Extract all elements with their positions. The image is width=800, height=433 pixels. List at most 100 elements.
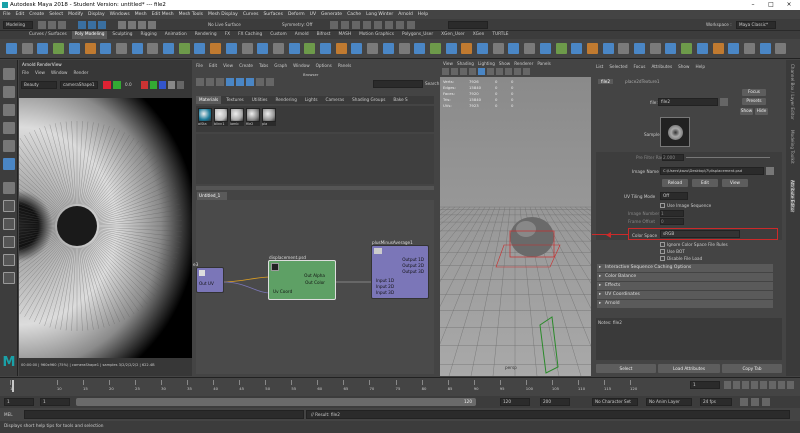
menu-surfaces[interactable]: Surfaces [263,12,283,17]
select-button[interactable]: Select [596,364,656,373]
shelf-tool-icon[interactable] [288,43,300,54]
layout-graph-icon[interactable] [3,272,15,284]
select-tool-icon[interactable] [3,68,15,80]
anim-layer-dropdown[interactable]: No Anim Layer [646,398,692,406]
lib-tab[interactable]: Bake S [390,96,410,104]
image-number-field[interactable]: 1 [660,210,684,217]
ae-section-header[interactable]: ▸ UV Coordinates [597,291,773,299]
time-slider[interactable]: 1101520253035404550556065707580859095100… [0,377,800,396]
ae-section-header[interactable]: ▸ Color Balance [597,273,773,281]
shelf-tool-icon[interactable] [618,43,630,54]
shelf-tool-icon[interactable] [320,43,331,54]
fps-dropdown[interactable]: 24 fps [700,398,732,406]
focus-button[interactable]: Focus [742,89,766,96]
menu-create[interactable]: Create [29,12,44,17]
menu-edit-mesh[interactable]: Edit Mesh [152,12,174,17]
splitter[interactable] [196,186,434,190]
vp-menu-item[interactable]: View [443,60,453,68]
shelf-tool-icon[interactable] [634,43,645,54]
vp-menu-item[interactable]: Lighting [478,60,495,68]
shelf-tool-icon[interactable] [445,43,457,54]
shelf-tab[interactable]: Bifrost [314,31,334,39]
end-time-field[interactable]: 200 [540,398,570,406]
use-bot-checkbox[interactable] [660,249,665,254]
close-icon[interactable]: × [782,0,796,10]
frame-offset-field[interactable]: 0 [660,218,684,225]
current-frame-field[interactable]: 1 [690,381,720,389]
lib-tab[interactable]: Utilities [249,96,271,104]
hs-menu-item[interactable]: Graph [274,63,287,68]
shelf-tool-icon[interactable] [649,43,661,54]
rotate-tool-icon[interactable] [3,140,15,152]
hypershade-search-input[interactable] [373,80,423,88]
renderable-camera-field[interactable] [448,21,488,29]
shelf-tool-icon[interactable] [382,43,394,54]
use-image-sequence-checkbox[interactable] [660,203,665,208]
menu-mesh-display[interactable]: Mesh Display [208,12,238,17]
menuset-dropdown[interactable]: Modeling [3,21,33,29]
side-tab-channelbox[interactable]: Channel Box / Layer Editor [790,64,795,120]
step-forward-icon[interactable] [778,381,785,389]
shelf-tool-icon[interactable] [775,43,787,54]
menu-file[interactable]: File [3,12,11,17]
key-forward-icon[interactable] [769,381,776,389]
menu-long-winter[interactable]: Long Winter [366,12,393,17]
image-name-field[interactable]: C:\Users\kazu\Desktop\7\displacement.psd [660,167,764,175]
shelf-tool-icon[interactable] [728,43,740,54]
menu-edit[interactable]: Edit [16,12,25,17]
shelf-tool-icon[interactable] [257,43,269,54]
perspective-viewport[interactable]: View Shading Lighting Show Renderer Panels Ve… [440,60,591,376]
shelf-tab[interactable]: Animation [162,31,190,39]
shelf-tool-icon[interactable] [508,43,520,54]
vp-menu-item[interactable]: Renderer [514,60,533,68]
ae-section-header[interactable]: ▸ Arnold [597,300,773,308]
goto-input-icon[interactable] [720,98,728,106]
node-place2d[interactable]: e3 Out UV [193,262,224,293]
file-name-field[interactable]: file2 [658,98,718,106]
menu-mesh-tools[interactable]: Mesh Tools [179,12,203,17]
shelf-tab[interactable]: Polygons_User [399,31,436,39]
menu-mesh[interactable]: Mesh [135,12,147,17]
shelf-tool-icon[interactable] [696,43,708,54]
go-end-icon[interactable] [787,381,794,389]
rv-menu-render[interactable]: Render [73,70,88,75]
shelf-tab[interactable]: TURTLE [489,31,511,39]
shelf-tab[interactable]: Custom [267,31,289,39]
lib-tab[interactable]: Lights [302,96,321,104]
hs-menu-item[interactable]: File [196,63,203,68]
green-channel-icon[interactable] [150,81,157,89]
shelf-tab[interactable]: MASH [335,31,354,39]
shelf-tab[interactable]: Motion Graphics [356,31,397,39]
move-tool-icon[interactable] [3,122,15,134]
shelf-tool-icon[interactable] [367,43,379,54]
rv-menu-file[interactable]: File [22,70,29,75]
menu-generate[interactable]: Generate [321,12,342,17]
cmd-language[interactable]: MEL [4,412,13,417]
scale-tool-icon[interactable] [3,158,15,170]
command-input[interactable] [24,410,304,419]
ae-section-header[interactable]: ▸ Interactive Sequence Caching Options [597,264,773,272]
lib-tab[interactable]: Materials [196,96,222,104]
shelf-tool-icon[interactable] [335,43,347,54]
notes-area[interactable]: Notes: file2 [596,318,782,360]
shelf-tool-icon[interactable] [492,43,504,54]
hs-menu-item[interactable]: Edit [209,63,217,68]
menu-select[interactable]: Select [49,12,63,17]
playback-end-field[interactable]: 120 [500,398,530,406]
shelf-tool-icon[interactable] [178,43,190,54]
auto-key-icon[interactable] [751,398,759,406]
camera-dropdown[interactable]: cameraShape1 [60,81,98,89]
shelf-tab[interactable]: FX [222,31,233,39]
shelf-tool-icon[interactable] [477,43,488,54]
shelf-tab[interactable]: FX Caching [235,31,265,39]
shelf-tool-icon[interactable] [210,43,222,54]
key-back-icon[interactable] [742,381,749,389]
shelf-tool-icon[interactable] [555,43,567,54]
view-button[interactable]: View [722,179,748,187]
menu-display[interactable]: Display [88,12,105,17]
menu-curves[interactable]: Curves [243,12,259,17]
lasso-tool-icon[interactable] [3,86,15,98]
hs-menu-item[interactable]: Options [316,63,332,68]
shelf-tab[interactable]: XGen_User [438,31,468,39]
playback-start-field[interactable]: 1 [40,398,70,406]
